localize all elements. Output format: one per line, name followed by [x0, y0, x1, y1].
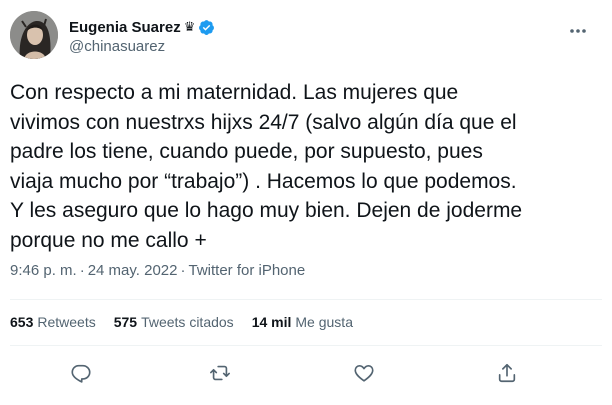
more-dots-icon [570, 29, 586, 33]
tweet-time[interactable]: 9:46 p. m. [10, 262, 77, 279]
quote-tweets-label: Tweets citados [141, 314, 234, 330]
reply-icon [71, 364, 91, 383]
quote-tweets-count: 575 [113, 314, 138, 330]
tweet-date[interactable]: 24 may. 2022 [88, 262, 178, 279]
tweet-header: Eugenia Suarez ♛ @chinasuarez [10, 11, 600, 61]
retweets-stat[interactable]: 653 Retweets [10, 314, 96, 330]
author-display-name[interactable]: Eugenia Suarez [69, 19, 181, 36]
avatar-photo-icon [10, 11, 58, 59]
reply-button[interactable] [68, 360, 94, 386]
retweets-count: 653 [10, 314, 34, 330]
likes-stat[interactable]: 14 mil Me gusta [252, 314, 353, 330]
more-options-button[interactable] [566, 19, 590, 43]
likes-label: Me gusta [295, 314, 353, 330]
divider [10, 299, 602, 300]
share-button[interactable] [494, 360, 520, 386]
retweets-label: Retweets [37, 314, 96, 330]
like-icon [354, 365, 374, 382]
like-button[interactable] [351, 360, 377, 386]
tweet-actions [0, 360, 612, 386]
meta-separator: · [79, 262, 85, 279]
tweet-stats: 653 Retweets 575 Tweets citados 14 mil M… [10, 314, 371, 330]
author-name-row: Eugenia Suarez ♛ [69, 16, 215, 38]
tweet-meta: 9:46 p. m. · 24 may. 2022 · Twitter for … [10, 262, 305, 279]
verified-badge-icon [199, 19, 215, 35]
quote-tweets-stat[interactable]: 575 Tweets citados [114, 314, 234, 330]
retweet-button[interactable] [207, 360, 233, 386]
avatar[interactable] [10, 11, 58, 59]
retweet-icon [210, 365, 230, 381]
author-handle[interactable]: @chinasuarez [69, 38, 165, 55]
divider [10, 345, 602, 346]
meta-separator: · [180, 262, 186, 279]
tweet-source[interactable]: Twitter for iPhone [188, 262, 305, 279]
tweet-text: Con respecto a mi maternidad. Las mujere… [10, 81, 523, 252]
crown-emoji: ♛ [183, 19, 196, 34]
share-icon [498, 363, 516, 383]
likes-count: 14 mil [251, 314, 292, 330]
